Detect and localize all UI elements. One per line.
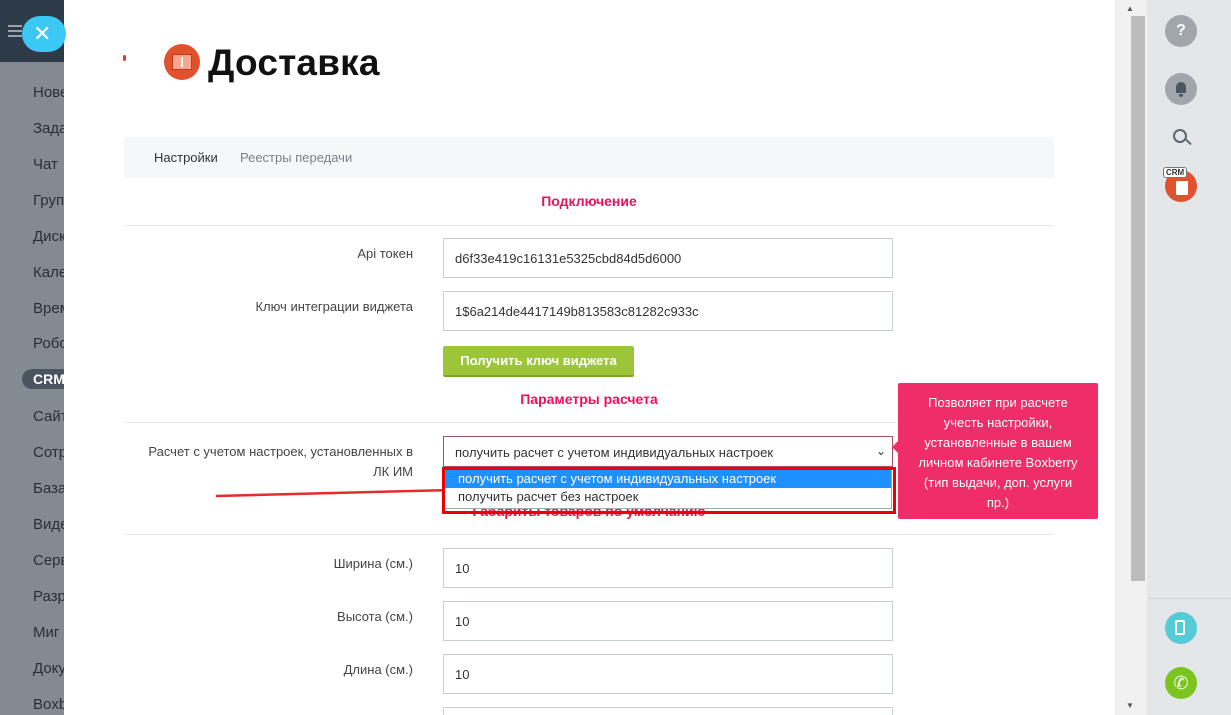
- devices-icon[interactable]: [1165, 612, 1197, 644]
- length-label: Длина (см.): [343, 662, 413, 677]
- next-input[interactable]: [443, 707, 893, 715]
- calc-mode-select[interactable]: получить расчет с учетом индивидуальных …: [443, 436, 893, 467]
- delivery-settings-panel: Доставка Настройки Реестры передачи Подк…: [64, 0, 1115, 715]
- height-input[interactable]: 10: [443, 601, 893, 641]
- sidebar-item[interactable]: База: [33, 480, 64, 497]
- sidebar-item-crm[interactable]: CRM: [22, 369, 64, 389]
- calc-mode-label-line2: ЛК ИМ: [373, 464, 413, 479]
- tooltip-line: (тип выдачи, доп. услуги: [923, 475, 1073, 490]
- height-label: Высота (см.): [337, 609, 413, 624]
- search-icon[interactable]: [1165, 123, 1197, 155]
- boxberry-logo-icon: [164, 44, 200, 80]
- sidebar-item[interactable]: Зада: [33, 120, 64, 137]
- sidebar-item[interactable]: Миг: [33, 624, 59, 641]
- api-token-input[interactable]: d6f33e419c16131e5325cbd84d5d6000: [443, 238, 893, 278]
- divider: [124, 225, 1054, 226]
- chevron-down-icon: ⌄: [875, 444, 886, 458]
- tooltip-line: Позволяет при расчете: [928, 395, 1068, 410]
- sidebar-item[interactable]: Сотр: [33, 444, 64, 461]
- sidebar-item[interactable]: Виде: [33, 516, 64, 533]
- calc-mode-tooltip: Позволяет при расчете учесть настройки, …: [892, 383, 1098, 519]
- get-widget-key-button[interactable]: Получить ключ виджета: [443, 346, 634, 377]
- widget-key-label: Ключ интеграции виджета: [255, 299, 413, 314]
- bell-icon[interactable]: [1165, 73, 1197, 105]
- calc-mode-label: Расчет с учетом настроек, установленных …: [148, 442, 413, 482]
- sidebar-item[interactable]: Boxb: [33, 696, 64, 713]
- tooltip-line: установленные в вашем: [924, 435, 1072, 450]
- sidebar-item[interactable]: Робо: [33, 335, 64, 352]
- divider: [1147, 598, 1231, 599]
- length-input[interactable]: 10: [443, 654, 893, 694]
- calc-mode-label-line1: Расчет с учетом настроек, установленных …: [148, 444, 413, 459]
- portal-sidebar: Нове Зада Чат Груп Диск Кале Врем Робо C…: [0, 0, 64, 715]
- widget-key-input[interactable]: 1$6a214de4417149b813583c81282c933c: [443, 291, 893, 331]
- scroll-down-icon[interactable]: ▼: [1126, 701, 1134, 710]
- sidebar-item[interactable]: Серв: [33, 552, 64, 569]
- api-token-label: Api токен: [357, 246, 413, 261]
- width-input[interactable]: 10: [443, 548, 893, 588]
- sidebar-item[interactable]: Разр: [33, 588, 64, 605]
- menu-icon[interactable]: [8, 22, 22, 40]
- sidebar-item[interactable]: Сайт: [33, 408, 64, 425]
- panel-scrollbar[interactable]: ▲ ▼: [1115, 0, 1147, 715]
- close-icon: ✕: [33, 21, 52, 46]
- sidebar-item[interactable]: Чат: [33, 156, 58, 173]
- tooltip-line: учесть настройки,: [943, 415, 1053, 430]
- highlight-box: [442, 467, 896, 514]
- sidebar-item[interactable]: Нове: [33, 84, 64, 101]
- close-slider-button[interactable]: ✕: [22, 16, 66, 52]
- sidebar-item[interactable]: Диск: [33, 228, 64, 245]
- crm-tag: CRM: [1163, 167, 1188, 178]
- scroll-up-icon[interactable]: ▲: [1126, 4, 1134, 13]
- tabs-bar: Настройки Реестры передачи: [124, 137, 1054, 178]
- tooltip-line: пр.): [986, 495, 1010, 510]
- scrollbar-thumb[interactable]: [1131, 16, 1145, 581]
- sidebar-item[interactable]: Доку: [33, 660, 64, 677]
- width-label: Ширина (см.): [333, 556, 413, 571]
- marker: [123, 55, 126, 61]
- phone-icon[interactable]: ✆: [1165, 667, 1197, 699]
- calc-mode-select-value: получить расчет с учетом индивидуальных …: [455, 445, 774, 460]
- page-title: Доставка: [208, 42, 380, 83]
- crm-form-icon[interactable]: CRM: [1163, 167, 1197, 202]
- tab-settings[interactable]: Настройки: [154, 150, 218, 165]
- sidebar-item[interactable]: Кале: [33, 264, 64, 281]
- sidebar-item[interactable]: Врем: [33, 300, 64, 317]
- help-icon[interactable]: ?: [1165, 15, 1197, 47]
- section-title-connection: Подключение: [541, 193, 637, 209]
- divider: [124, 534, 1054, 535]
- red-arrow-annotation: [215, 485, 463, 498]
- sidebar-item[interactable]: Груп: [33, 192, 64, 209]
- tab-transfer-registers[interactable]: Реестры передачи: [240, 150, 352, 165]
- right-toolbar: ? CRM ✆: [1147, 0, 1231, 715]
- tooltip-line: личном кабинете Boxberry: [918, 455, 1078, 470]
